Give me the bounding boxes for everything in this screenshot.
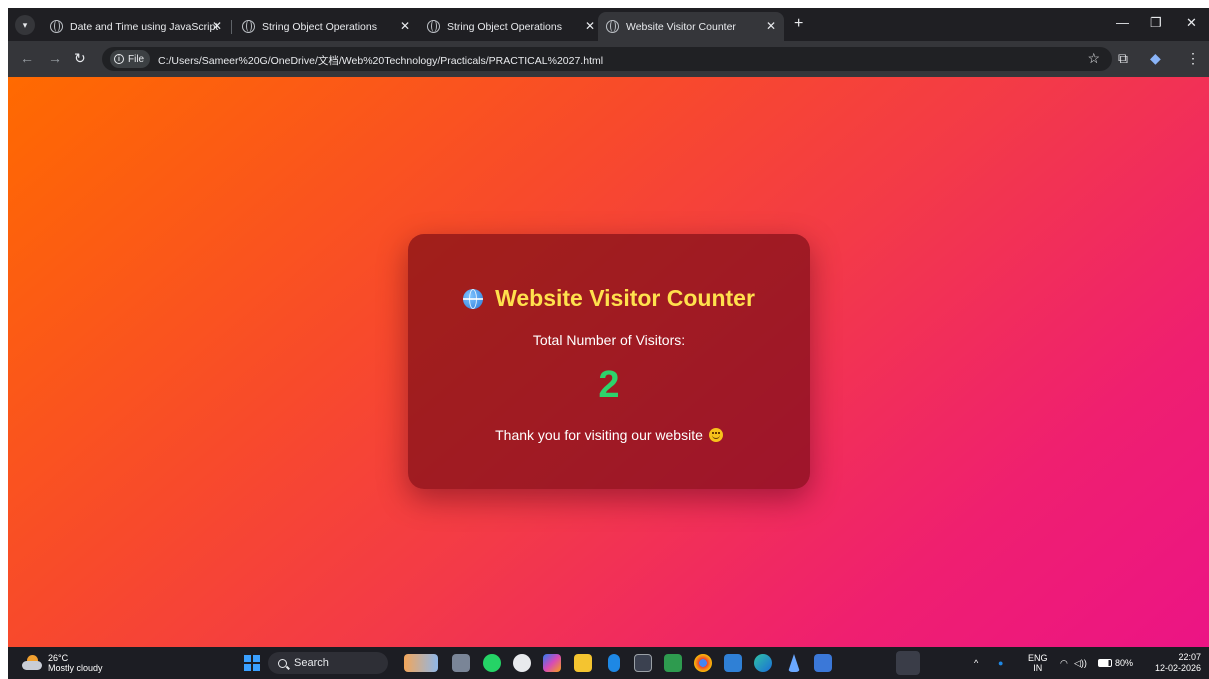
page-title-text: Website Visitor Counter (495, 285, 755, 311)
widgets-icon[interactable] (404, 654, 438, 672)
tab-string-ops-2[interactable]: String Object Operations ✕ (419, 12, 603, 41)
restore-icon[interactable]: ❐ (1150, 15, 1162, 31)
language-code: ENG (1028, 653, 1048, 663)
site-info-chip[interactable]: i File (110, 50, 151, 68)
browser-window: ▾ Date and Time using JavaScript ✕ Strin… (8, 8, 1209, 77)
new-tab-icon[interactable]: + (794, 15, 803, 33)
tab-visitor-counter[interactable]: Website Visitor Counter ✕ (598, 12, 784, 41)
language-indicator[interactable]: ENG IN (1028, 647, 1048, 679)
tab-title: String Object Operations (262, 20, 377, 33)
vscode-icon[interactable] (724, 654, 742, 672)
tab-string-ops-1[interactable]: String Object Operations ✕ (234, 12, 418, 41)
close-icon[interactable]: ✕ (766, 19, 776, 33)
volume-icon[interactable]: ◁)) (1074, 647, 1087, 679)
weather-icon (22, 655, 44, 671)
tray-overflow-icon[interactable]: ^ (974, 647, 978, 679)
profile-icon[interactable]: ◆ (1150, 50, 1161, 67)
whatsapp-icon[interactable] (483, 654, 501, 672)
battery-level: 80% (1115, 658, 1134, 668)
globe-icon (50, 20, 63, 33)
visitor-count: 2 (598, 364, 620, 406)
globe-icon (427, 20, 440, 33)
url-text[interactable]: C:/Users/Sameer%20G/OneDrive/文档/Web%20Te… (158, 53, 603, 68)
battery-icon (1098, 659, 1112, 667)
photos-icon[interactable] (664, 654, 682, 672)
clock[interactable]: 22:07 12-02-2026 (1155, 652, 1201, 674)
start-windows-icon[interactable] (244, 655, 260, 671)
region-code: IN (1033, 663, 1043, 673)
info-icon: i (114, 54, 124, 64)
word-icon[interactable] (814, 654, 832, 672)
taskbar: 26°C Mostly cloudy Search ^ ● ENG IN ◠ ◁… (8, 647, 1209, 679)
tab-title: String Object Operations (447, 20, 562, 33)
reload-icon[interactable]: ↻ (74, 50, 86, 67)
clock-time: 22:07 (1178, 652, 1201, 662)
tray-bluetooth-icon[interactable]: ● (998, 647, 1003, 679)
forward-icon[interactable]: → (48, 50, 62, 66)
globe-icon (242, 20, 255, 33)
thanks-text: Thank you for visiting our website (495, 427, 703, 443)
weather-widget[interactable]: 26°C Mostly cloudy (22, 653, 103, 673)
close-icon[interactable]: ✕ (400, 19, 410, 33)
tab-separator (231, 20, 232, 34)
app-a-icon[interactable] (788, 654, 800, 672)
tab-title: Date and Time using JavaScript (70, 20, 219, 33)
visitor-counter-card: Website Visitor Counter Total Number of … (408, 234, 810, 489)
close-icon[interactable]: ✕ (212, 19, 222, 33)
search-label: Search (294, 657, 329, 669)
task-view-icon[interactable] (452, 654, 470, 672)
close-icon[interactable]: ✕ (585, 19, 595, 33)
chrome-icon[interactable] (694, 654, 712, 672)
weather-temp: 26°C (48, 653, 69, 663)
address-bar: ← → ↻ i File C:/Users/Sameer%20G/OneDriv… (8, 41, 1209, 77)
close-window-icon[interactable]: ✕ (1186, 15, 1197, 31)
thanks-message: Thank you for visiting our website (408, 427, 810, 443)
tab-strip: ▾ Date and Time using JavaScript ✕ Strin… (8, 8, 1209, 41)
wifi-icon[interactable]: ◠ (1060, 647, 1068, 679)
extensions-icon[interactable]: ⧉ (1118, 50, 1128, 67)
page-viewport: Website Visitor Counter Total Number of … (8, 77, 1209, 647)
terminal-icon[interactable] (634, 654, 652, 672)
bookmark-star-icon[interactable]: ☆ (1087, 50, 1100, 67)
site-info-label: File (128, 53, 145, 65)
menu-kebab-icon[interactable]: ⋮ (1186, 50, 1200, 67)
battery-indicator[interactable]: 80% (1098, 647, 1133, 679)
page-title: Website Visitor Counter (408, 285, 810, 312)
back-icon[interactable]: ← (20, 50, 34, 66)
file-explorer-icon[interactable] (574, 654, 592, 672)
clock-date: 12-02-2026 (1154, 663, 1201, 673)
tab-date-time[interactable]: Date and Time using JavaScript ✕ (42, 12, 230, 41)
active-app-icon[interactable] (896, 651, 920, 675)
smiley-emoji-icon (708, 428, 723, 442)
weather-desc: Mostly cloudy (48, 663, 103, 673)
tab-search-button[interactable]: ▾ (15, 15, 35, 35)
globe-emoji-icon (463, 288, 484, 309)
globe-icon (606, 20, 619, 33)
minimize-icon[interactable]: — (1116, 15, 1129, 30)
search-icon (278, 658, 287, 668)
copilot-icon[interactable] (543, 654, 561, 672)
tab-title: Website Visitor Counter (626, 20, 736, 33)
edge-icon[interactable] (754, 654, 772, 672)
count-label: Total Number of Visitors: (532, 332, 686, 348)
bluetooth-icon[interactable] (608, 654, 620, 672)
taskbar-search[interactable]: Search (268, 652, 388, 674)
omnibox[interactable]: i File C:/Users/Sameer%20G/OneDrive/文档/W… (102, 47, 1112, 71)
chatgpt-icon[interactable] (513, 654, 531, 672)
